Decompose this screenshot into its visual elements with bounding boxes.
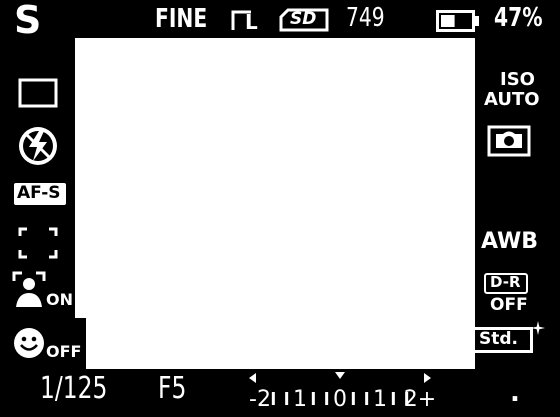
exposure-scale-tick (285, 392, 289, 405)
battery-percentage: 47% (494, 3, 556, 33)
battery-icon (436, 10, 480, 32)
smile-shutter-state: OFF (46, 342, 82, 361)
drive-mode-button[interactable] (18, 78, 58, 108)
exposure-indicator-arrow (335, 372, 345, 379)
smile-face-icon (14, 328, 44, 358)
creative-style-button[interactable]: Std. (465, 321, 545, 355)
dro-label: D-R (490, 273, 521, 291)
face-detection-button[interactable]: ON (12, 271, 74, 311)
dro-button[interactable]: D-R OFF (484, 273, 532, 317)
battery-percentage-value: 47% (494, 3, 543, 33)
scale-left-arrow (249, 373, 256, 383)
white-balance-button[interactable]: AWB (481, 229, 538, 254)
metering-mode-button[interactable] (487, 125, 531, 157)
exposure-scale-tick (311, 392, 315, 405)
smile-shutter-button[interactable]: OFF (12, 326, 82, 364)
focus-mode-button[interactable]: AF-S (14, 183, 66, 205)
multi-segment-metering-icon (487, 125, 531, 157)
image-size-indicator[interactable]: L (229, 8, 265, 34)
dro-value: OFF (490, 295, 528, 315)
memory-card-label: SD (290, 9, 317, 29)
exposure-scale-tick (365, 392, 369, 405)
shots-remaining-count: 749 (346, 3, 385, 33)
shots-remaining: 749 (346, 3, 396, 33)
exposure-scale-tick (351, 392, 355, 405)
shutter-speed[interactable]: 1/125 (40, 371, 126, 406)
status-indicator: . (510, 378, 520, 408)
aperture[interactable]: F5 (158, 371, 194, 406)
exposure-scale-label: 0 (333, 387, 347, 412)
battery-graphic (436, 10, 479, 32)
sparkle-icon (531, 321, 545, 335)
exposure-scale-label: -2 (249, 387, 271, 412)
exposure-scale-tick (271, 392, 275, 405)
shutter-speed-value: 1/125 (40, 371, 108, 406)
wide-focus-area-icon (18, 227, 58, 259)
focus-mode-label: AF-S (17, 183, 61, 203)
single-shot-icon (18, 78, 58, 108)
white-balance-label: AWB (481, 229, 539, 254)
exposure-scale-label: 1 (293, 387, 307, 412)
image-size-label: L (245, 10, 258, 34)
live-view-area (75, 38, 475, 369)
exposure-scale-label: 2+ (404, 387, 436, 412)
exposure-scale-label: 1 (373, 387, 387, 412)
shooting-mode-label: S (14, 0, 42, 42)
exposure-scale-tick (391, 392, 395, 405)
flash-mode-button[interactable] (17, 125, 59, 167)
iso-button[interactable]: ISO AUTO (484, 69, 540, 113)
exposure-scale-tick (325, 392, 329, 405)
shooting-mode-indicator[interactable]: S (14, 0, 41, 42)
status-indicator-mark: . (510, 378, 520, 408)
exposure-scale[interactable]: -2 1 0 1 2+ (240, 370, 440, 417)
face-detection-state: ON (46, 290, 73, 309)
quality-label: FINE (155, 4, 208, 34)
iso-value: AUTO (484, 89, 540, 110)
aperture-value: F5 (158, 371, 187, 406)
memory-card-indicator: SD (278, 8, 330, 32)
exposure-scale-tick (405, 392, 409, 405)
quality-indicator[interactable]: FINE (155, 4, 222, 34)
iso-label: ISO (500, 69, 535, 90)
scale-right-arrow (424, 373, 431, 383)
creative-style-label: Std. (479, 329, 518, 349)
flash-off-icon (19, 127, 57, 165)
focus-area-button[interactable] (18, 227, 58, 259)
